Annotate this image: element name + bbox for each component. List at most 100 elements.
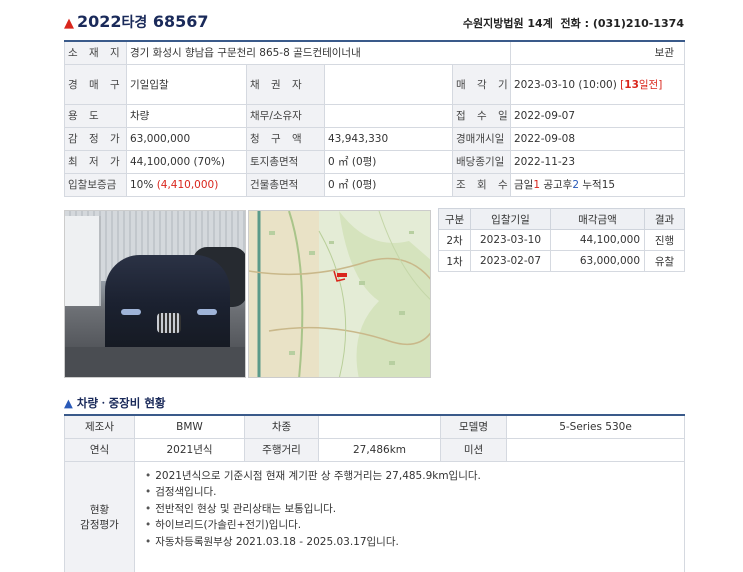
- evaluation-content: 2021년식으로 기준시점 현재 계기판 상 주행거리는 27,485.9km입…: [134, 460, 685, 572]
- evaluation-list: 2021년식으로 기준시점 현재 계기판 상 주행거리는 27,485.9km입…: [145, 468, 674, 551]
- building-area-value: 0 ㎡ (0평): [324, 172, 453, 197]
- case-title: ▲ 2022타경 68567: [64, 12, 209, 32]
- court-info: 수원지방법원 14계 전화 : (031)210-1374: [463, 15, 684, 31]
- bid-header-result: 결과: [644, 208, 685, 230]
- headlight-right: [197, 309, 217, 315]
- deadline-label: 배당종기일: [452, 149, 511, 174]
- photo-ground: [65, 347, 245, 377]
- up-triangle-icon: ▲: [64, 396, 73, 410]
- transmission-value: [506, 437, 685, 462]
- views-after: 2: [572, 179, 580, 191]
- location-map[interactable]: [248, 210, 431, 378]
- minimum-label: 최 저 가: [64, 149, 127, 174]
- views-total-label: 누적: [582, 179, 602, 191]
- bid-price: 63,000,000: [550, 250, 645, 272]
- car-type-value: [318, 414, 441, 439]
- deposit-label: 입찰보증금: [64, 172, 127, 197]
- bid-result: 유찰: [644, 250, 685, 272]
- case-type: 타경: [121, 15, 148, 31]
- deadline-value: 2022-11-23: [510, 149, 685, 174]
- usage-label: 용 도: [64, 103, 127, 128]
- vehicle-section-title: ▲ 차량ㆍ중장비 현황: [64, 395, 166, 411]
- map-graphic: [249, 211, 430, 377]
- sale-date-label: 매 각 기 일: [452, 63, 511, 105]
- list-item: 자동차등록원부상 2021.03.18 - 2025.03.17입니다.: [145, 534, 674, 551]
- deposit-pct: 10%: [130, 178, 154, 191]
- mileage-value: 27,486km: [318, 437, 441, 462]
- bid-header-date: 입찰기일: [470, 208, 551, 230]
- creditor-value: [324, 63, 453, 105]
- views-today-label: 금일: [514, 179, 534, 191]
- list-item: 검정색입니다.: [145, 484, 674, 501]
- bid-header-round: 구분: [438, 208, 471, 230]
- year-value: 2021년식: [134, 437, 245, 462]
- list-item: 전반적인 현상 및 관리상태는 보통입니다.: [145, 501, 674, 518]
- model-label: 모델명: [440, 414, 507, 439]
- debtor-label: 채무/소유자: [246, 103, 325, 128]
- start-date-label: 경매개시일: [452, 126, 511, 151]
- photo-truck: [65, 216, 101, 306]
- maker-value: BMW: [134, 414, 245, 439]
- evaluation-label: 현황 감정평가: [64, 460, 135, 572]
- creditor-label: 채 권 자: [246, 63, 325, 105]
- claim-label: 청 구 액: [246, 126, 325, 151]
- views-after-label: 공고후: [543, 179, 573, 191]
- sale-date-value: 2023-03-10 (10:00) [13일전]: [510, 63, 685, 105]
- section-title-text: 차량ㆍ중장비 현황: [76, 396, 166, 410]
- car-grille: [157, 313, 181, 333]
- location-label: 소 재 지: [64, 40, 127, 65]
- year-label: 연식: [64, 437, 135, 462]
- table-row: 2차 2023-03-10 44,100,000 진행: [438, 229, 685, 251]
- building-area-label: 건물총면적: [246, 172, 325, 197]
- claim-value: 43,943,330: [324, 126, 453, 151]
- bid-round: 2차: [438, 229, 471, 251]
- up-arrow-icon: ▲: [64, 16, 74, 31]
- headlight-left: [121, 309, 141, 315]
- receipt-value: 2022-09-07: [510, 103, 685, 128]
- storage-value: 보관: [510, 40, 685, 65]
- case-number: 68567: [152, 12, 209, 31]
- table-row: 1차 2023-02-07 63,000,000 유찰: [438, 250, 685, 272]
- vehicle-info-table: 제조사 BMW 차종 모델명 5-Series 530e 연식 2021년식 주…: [64, 414, 685, 572]
- auction-type-value: 기일입찰: [126, 63, 247, 105]
- views-label: 조 회 수: [452, 172, 511, 197]
- bid-round: 1차: [438, 250, 471, 272]
- deposit-amount: (4,410,000): [156, 178, 219, 191]
- appraisal-label: 감 정 가: [64, 126, 127, 151]
- maker-label: 제조사: [64, 414, 135, 439]
- days-left-text: 일전]: [638, 78, 663, 91]
- property-info-table: 소 재 지 경기 화성시 향남읍 구문천리 865-8 골드컨테이너내 보관 경…: [64, 40, 685, 197]
- transmission-label: 미션: [440, 437, 507, 462]
- appraisal-value: 63,000,000: [126, 126, 247, 151]
- mileage-label: 주행거리: [244, 437, 319, 462]
- sale-date: 2023-03-10 (10:00): [514, 78, 617, 91]
- views-total: 15: [601, 179, 616, 191]
- court-phone: (031)210-1374: [592, 17, 684, 30]
- bid-result: 진행: [644, 229, 685, 251]
- bid-price: 44,100,000: [550, 229, 645, 251]
- debtor-value: [324, 103, 453, 128]
- phone-label: 전화 :: [560, 17, 589, 30]
- car-type-label: 차종: [244, 414, 319, 439]
- evaluation-label-line2: 감정평가: [80, 519, 119, 531]
- bid-header-price: 매각금액: [550, 208, 645, 230]
- minimum-value: 44,100,000 (70%): [126, 149, 247, 174]
- list-item: 하이브리드(가솔린+전기)입니다.: [145, 517, 674, 534]
- bid-date: 2023-02-07: [470, 250, 551, 272]
- days-left-count: 13: [624, 78, 639, 91]
- start-date-value: 2022-09-08: [510, 126, 685, 151]
- land-area-value: 0 ㎡ (0평): [324, 149, 453, 174]
- case-header: ▲ 2022타경 68567 수원지방법원 14계 전화 : (031)210-1…: [64, 12, 684, 32]
- bid-history-table: 구분 입찰기일 매각금액 결과 2차 2023-03-10 44,100,000…: [438, 208, 685, 272]
- land-area-label: 토지총면적: [246, 149, 325, 174]
- auction-type-label: 경 매 구 분: [64, 63, 127, 105]
- case-year: 2022: [77, 12, 122, 31]
- deposit-value: 10% (4,410,000): [126, 172, 247, 197]
- vehicle-photo[interactable]: [64, 210, 246, 378]
- views-value: 금일1 공고후2 누적15: [510, 172, 685, 197]
- usage-value: 차량: [126, 103, 247, 128]
- model-value: 5-Series 530e: [506, 414, 685, 439]
- receipt-label: 접 수 일: [452, 103, 511, 128]
- evaluation-label-line1: 현황: [89, 504, 110, 516]
- views-today: 1: [533, 179, 541, 191]
